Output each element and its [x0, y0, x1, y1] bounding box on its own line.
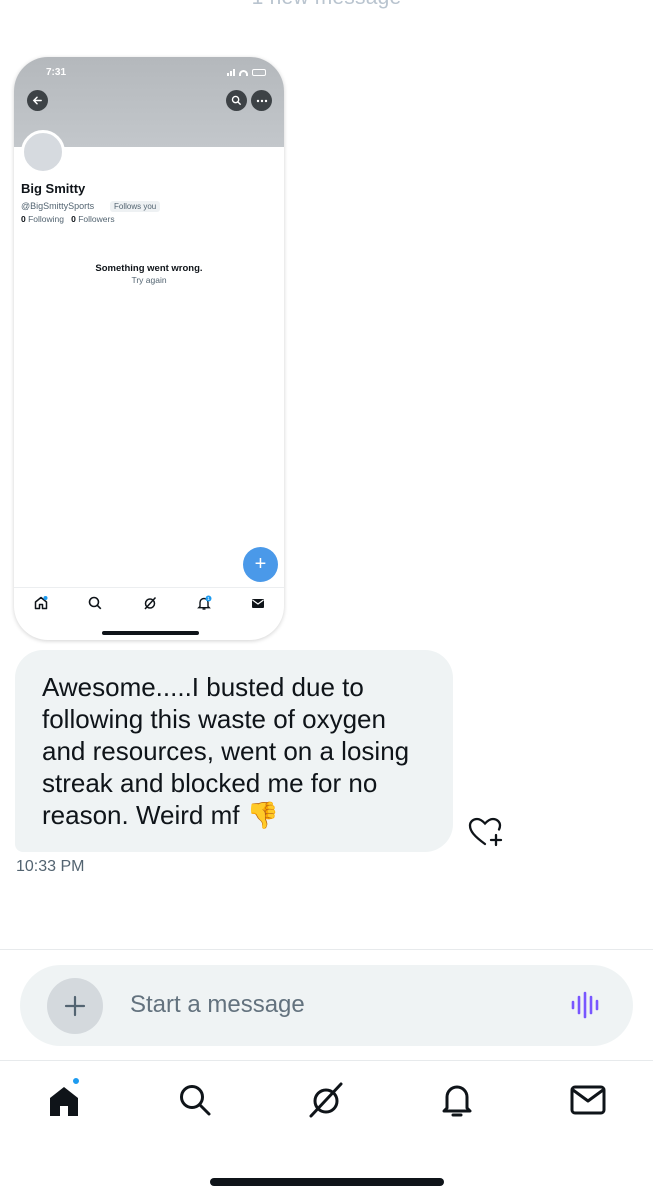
message-input[interactable] [130, 987, 550, 1023]
nav-home[interactable] [44, 1076, 84, 1120]
nav-messages[interactable] [568, 1080, 608, 1120]
wifi-icon [239, 69, 248, 76]
nav-divider [14, 587, 284, 588]
grok-icon [144, 596, 157, 610]
message-text: Awesome.....I busted due to following th… [42, 672, 410, 830]
message-composer [20, 965, 633, 1046]
nav-notifications[interactable] [437, 1080, 477, 1120]
home-icon [34, 596, 48, 610]
following-label: Following [28, 214, 65, 224]
notifications-icon: 1 [197, 595, 212, 610]
home-notification-dot [71, 1076, 81, 1086]
signal-icon [227, 69, 235, 76]
back-arrow-icon [27, 90, 48, 111]
followers-label: Followers [78, 214, 115, 224]
profile-handle: @BigSmittySports [21, 201, 95, 211]
follows-you-badge: Follows you [110, 201, 161, 212]
battery-icon [252, 69, 266, 76]
search-icon [180, 1085, 211, 1116]
following-count: 0 [21, 214, 26, 224]
search-icon [226, 90, 247, 111]
grok-icon [309, 1082, 343, 1118]
home-indicator [102, 631, 199, 635]
home-indicator [210, 1178, 444, 1186]
profile-name: Big Smitty [21, 181, 86, 196]
followers-count: 0 [71, 214, 76, 224]
new-message-header[interactable]: 1 new message [0, 0, 653, 10]
follow-counts: 0 Following 0 Followers [21, 214, 115, 224]
add-media-button[interactable] [47, 978, 103, 1034]
status-icons [227, 69, 266, 76]
status-time: 7:31 [46, 67, 67, 78]
more-icon [251, 90, 272, 111]
message-bubble[interactable]: Awesome.....I busted due to following th… [15, 650, 453, 852]
message-timestamp: 10:33 PM [16, 858, 85, 875]
search-icon [88, 596, 102, 610]
home-icon [50, 1087, 78, 1116]
add-reaction-heart-icon[interactable] [466, 814, 506, 850]
messages-icon [570, 1085, 606, 1115]
voice-message-icon[interactable] [570, 989, 602, 1021]
messages-icon [252, 599, 264, 608]
nav-grok[interactable] [306, 1080, 346, 1120]
attached-screenshot[interactable]: 7:31 Big Smitty @BigSmittySports Follows… [14, 57, 284, 640]
plus-icon [64, 995, 86, 1017]
try-again-link: Try again [131, 275, 167, 285]
avatar [21, 130, 65, 174]
error-title: Something went wrong. [95, 263, 203, 274]
notifications-icon [442, 1085, 472, 1117]
composer-divider [0, 949, 653, 950]
compose-fab-icon: + [243, 547, 278, 582]
nav-divider [0, 1060, 653, 1061]
nav-search[interactable] [175, 1080, 215, 1120]
